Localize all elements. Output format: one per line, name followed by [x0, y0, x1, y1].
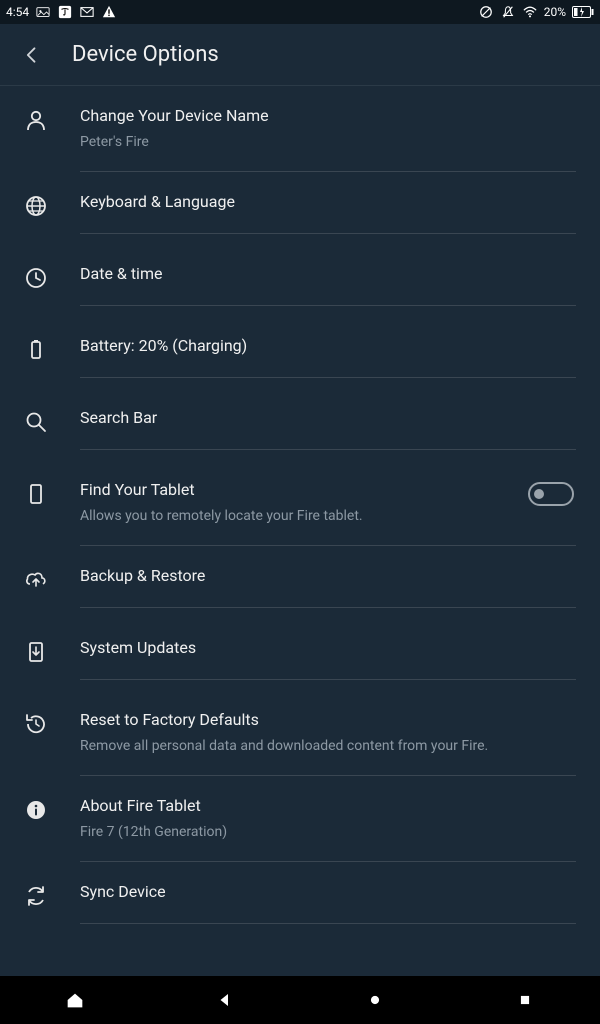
search-icon — [24, 410, 48, 434]
clock-icon — [24, 266, 48, 290]
dnd-off-icon — [478, 4, 494, 20]
row-system-updates[interactable]: System Updates — [0, 618, 600, 690]
settings-list: Change Your Device Name Peter's Fire Key… — [0, 86, 600, 976]
row-title: Battery: 20% (Charging) — [80, 336, 576, 357]
switch-knob — [534, 489, 544, 499]
header: Device Options — [0, 24, 600, 86]
battery-icon — [24, 338, 48, 362]
row-sub: Fire 7 (12th Generation) — [80, 823, 576, 841]
sync-icon — [24, 884, 48, 908]
row-title: Search Bar — [80, 408, 576, 429]
row-title: Date & time — [80, 264, 576, 285]
row-keyboard-language[interactable]: Keyboard & Language — [0, 172, 600, 244]
amazon-app-icon — [57, 4, 73, 20]
nav-home-button[interactable] — [61, 986, 89, 1014]
globe-icon — [24, 194, 48, 218]
wifi-icon — [522, 4, 538, 20]
restore-icon — [24, 712, 48, 736]
cloud-upload-icon — [24, 568, 48, 592]
row-about-tablet[interactable]: About Fire Tablet Fire 7 (12th Generatio… — [0, 776, 600, 862]
battery-charging-icon — [572, 4, 594, 20]
row-title: Change Your Device Name — [80, 106, 576, 127]
row-sub: Allows you to remotely locate your Fire … — [80, 507, 512, 525]
row-sync-device[interactable]: Sync Device — [0, 862, 600, 934]
status-time: 4:54 — [6, 5, 29, 19]
system-nav-bar — [0, 976, 600, 1024]
download-icon — [24, 640, 48, 664]
row-change-device-name[interactable]: Change Your Device Name Peter's Fire — [0, 86, 600, 172]
status-bar: 4:54 20% — [0, 0, 600, 24]
row-backup-restore[interactable]: Backup & Restore — [0, 546, 600, 618]
page-title: Device Options — [72, 42, 219, 67]
find-tablet-switch[interactable] — [528, 482, 574, 506]
row-find-your-tablet[interactable]: Find Your Tablet Allows you to remotely … — [0, 460, 600, 546]
nav-back-button[interactable] — [211, 986, 239, 1014]
back-icon[interactable] — [22, 45, 42, 65]
nav-recent-button[interactable] — [511, 986, 539, 1014]
row-title: Backup & Restore — [80, 566, 576, 587]
row-date-time[interactable]: Date & time — [0, 244, 600, 316]
tablet-icon — [24, 482, 48, 506]
photos-app-icon — [35, 4, 51, 20]
row-title: Sync Device — [80, 882, 576, 903]
row-sub: Remove all personal data and downloaded … — [80, 737, 576, 755]
row-title: Reset to Factory Defaults — [80, 710, 576, 731]
person-icon — [24, 108, 48, 132]
row-sub: Peter's Fire — [80, 133, 576, 151]
row-title: Find Your Tablet — [80, 480, 512, 501]
mute-icon — [500, 4, 516, 20]
status-battery-pct: 20% — [544, 5, 566, 19]
mail-icon — [79, 4, 95, 20]
info-icon — [24, 798, 48, 822]
nav-overview-button[interactable] — [361, 986, 389, 1014]
row-search-bar[interactable]: Search Bar — [0, 388, 600, 460]
row-title: About Fire Tablet — [80, 796, 576, 817]
row-reset-factory[interactable]: Reset to Factory Defaults Remove all per… — [0, 690, 600, 776]
warning-icon — [101, 4, 117, 20]
row-title: Keyboard & Language — [80, 192, 576, 213]
row-title: System Updates — [80, 638, 576, 659]
row-battery[interactable]: Battery: 20% (Charging) — [0, 316, 600, 388]
